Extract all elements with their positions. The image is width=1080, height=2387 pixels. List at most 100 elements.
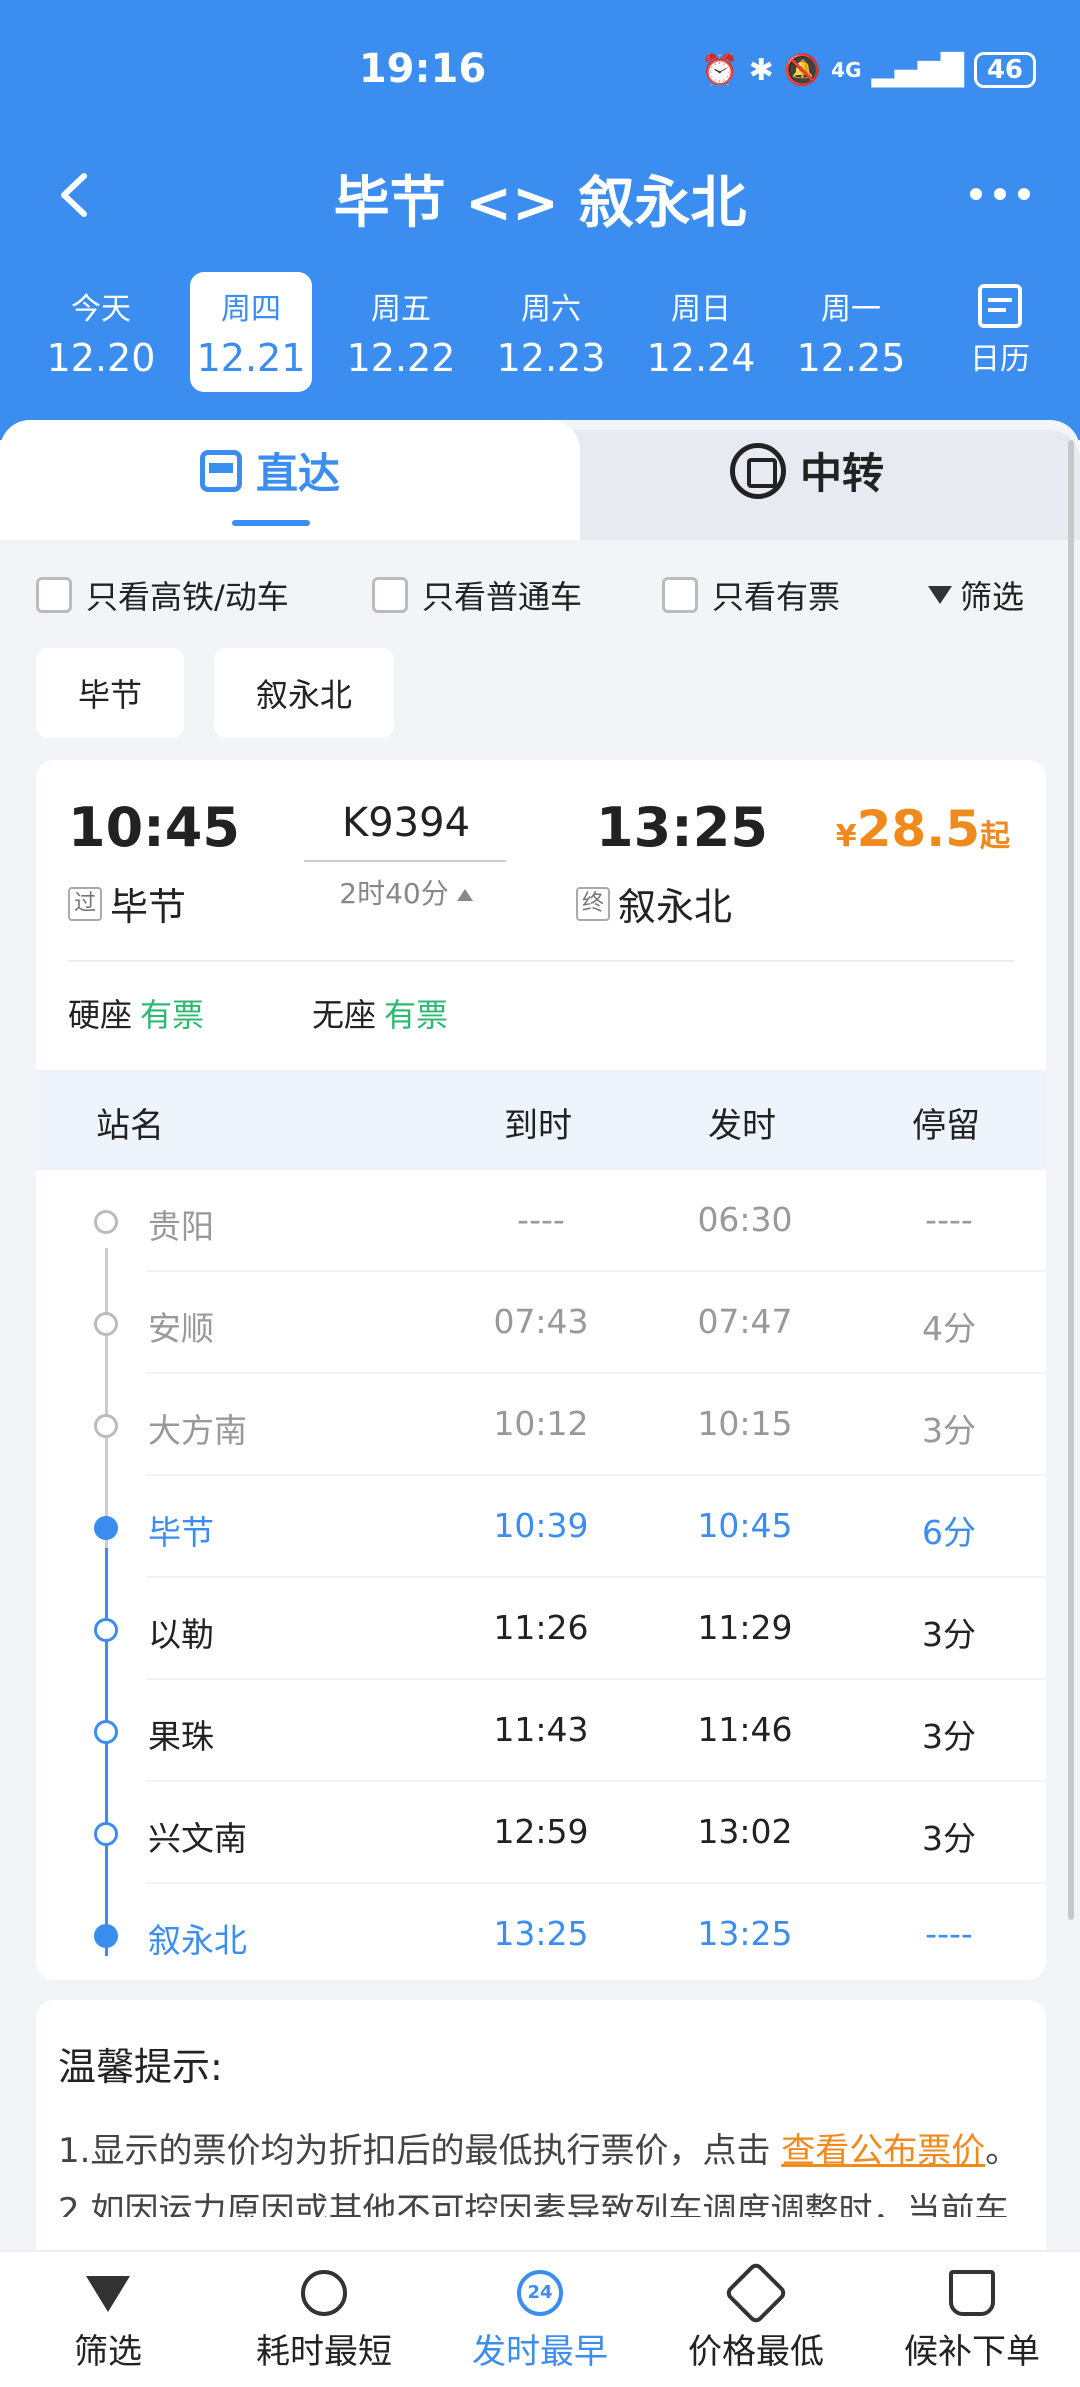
seat-hard: 硬座 有票: [68, 990, 204, 1036]
bottom-label: 候补下单: [904, 2332, 1040, 2372]
status-icons: ⏰ ✱ 🔕 4G ▂▄▆█ 46: [701, 52, 1036, 88]
sort-shortest-button[interactable]: 耗时最短: [234, 2270, 414, 2373]
divider: [68, 960, 1014, 962]
cell-depart: 11:29: [697, 1608, 793, 1647]
content: 直达 中转 只看高铁/动车 只看普通车 只看有票 筛选 毕节 叙永北 10:45: [0, 420, 1080, 2300]
filter-row: 只看高铁/动车 只看普通车 只看有票 筛选: [0, 560, 1080, 640]
normal-train-checkbox[interactable]: 只看普通车: [372, 572, 582, 618]
timer-icon: [301, 2270, 347, 2316]
bluetooth-icon: ✱: [748, 52, 774, 88]
sort-cheapest-button[interactable]: 价格最低: [666, 2260, 846, 2373]
cell-arrive: 13:25: [493, 1914, 589, 1953]
date-tab-today[interactable]: 今天 12.20: [40, 272, 162, 392]
train-number: K9394: [341, 800, 471, 846]
date-weekday: 周四: [221, 292, 281, 327]
sort-earliest-button[interactable]: 24 发时最早: [450, 2270, 630, 2373]
station-dot-icon: [94, 1618, 118, 1642]
checkbox-box: [372, 577, 408, 613]
cell-station: 贵阳: [148, 1207, 214, 1246]
schedule-row: 大方南 10:12 10:15 3分: [36, 1374, 1046, 1476]
seat-status: 有票: [384, 996, 449, 1034]
station-dot-icon: [94, 1312, 118, 1336]
station-chip-destination[interactable]: 叙永北: [214, 648, 395, 738]
tab-transfer[interactable]: 中转: [730, 440, 884, 501]
cell-stop: 3分: [922, 1411, 976, 1450]
date-tab[interactable]: 周五 12.22: [340, 272, 462, 392]
available-checkbox[interactable]: 只看有票: [662, 572, 840, 618]
schedule-row: 兴文南 12:59 13:02 3分: [36, 1782, 1046, 1884]
seat-status: 有票: [140, 996, 205, 1034]
price-suffix: 起: [980, 819, 1010, 854]
station-dot-icon: [94, 1720, 118, 1744]
cell-station: 兴文南: [148, 1819, 247, 1858]
date-tab[interactable]: 周六 12.23: [490, 272, 612, 392]
nav-bar: 毕节 <> 叙永北: [0, 140, 1080, 250]
bottom-label: 耗时最短: [256, 2332, 392, 2372]
train-line: [304, 860, 506, 862]
caret-up-icon: [456, 889, 473, 901]
date-tab-selected[interactable]: 周四 12.21: [190, 272, 312, 392]
calendar-icon: [978, 284, 1022, 328]
schedule-row: 贵阳 ---- 06:30 ----: [36, 1170, 1046, 1272]
bottom-label: 发时最早: [472, 2332, 608, 2372]
date-value: 12.21: [196, 336, 306, 380]
route-tabs: 直达 中转: [0, 420, 1080, 540]
high-speed-checkbox[interactable]: 只看高铁/动车: [36, 572, 289, 618]
date-value: 12.24: [646, 336, 756, 380]
price-value: 28.5: [856, 800, 980, 858]
date-tab[interactable]: 周日 12.24: [640, 272, 762, 392]
tab-direct-label: 直达: [256, 449, 341, 498]
cell-station: 毕节: [148, 1513, 214, 1552]
arrival-time: 13:25: [596, 796, 768, 859]
published-price-link[interactable]: 查看公布票价: [781, 2131, 985, 2171]
cell-stop: ----: [925, 1914, 973, 1953]
train-icon: [200, 449, 242, 492]
cell-depart: 06:30: [697, 1200, 793, 1239]
tips-line-2: 2.如因运力原因或其他不可控因素导致列车调度调整时，当前车: [58, 2191, 1009, 2217]
checkbox-label: 只看高铁/动车: [86, 578, 289, 616]
calendar-button[interactable]: 日历: [950, 284, 1050, 378]
sort-filter-button[interactable]: 筛选: [18, 2270, 198, 2373]
filter-button[interactable]: 筛选: [927, 572, 1024, 618]
mute-icon: 🔕: [783, 52, 822, 88]
checkbox-label: 只看普通车: [422, 578, 583, 616]
checkbox-box: [662, 577, 698, 613]
cart-icon: [949, 2270, 995, 2316]
bottom-bar: 筛选 耗时最短 24 发时最早 价格最低 候补下单: [0, 2250, 1080, 2387]
price-tag-icon: [723, 2260, 789, 2326]
station-dot-icon: [94, 1414, 118, 1438]
date-tab[interactable]: 周一 12.25: [790, 272, 912, 392]
tab-direct[interactable]: 直达: [200, 440, 340, 501]
schedule-row: 叙永北 13:25 13:25 ----: [36, 1884, 1046, 1980]
cell-depart: 10:45: [697, 1506, 793, 1545]
date-value: 12.25: [796, 336, 906, 380]
date-weekday: 周一: [821, 292, 881, 327]
cell-station: 安顺: [148, 1309, 214, 1348]
cell-depart: 07:47: [697, 1302, 793, 1341]
cell-stop: 6分: [922, 1513, 976, 1552]
price: ¥28.5起: [836, 800, 1010, 858]
price-symbol: ¥: [835, 819, 857, 854]
cell-arrive: 10:12: [493, 1404, 589, 1443]
tips-line-1: 1.显示的票价均为折扣后的最低执行票价，点击 查看公布票价。: [58, 2121, 1024, 2181]
header-station: 站名: [96, 1106, 164, 1146]
station-chip-origin[interactable]: 毕节: [36, 648, 185, 738]
waitlist-button[interactable]: 候补下单: [882, 2270, 1062, 2373]
train-card[interactable]: 10:45 K9394 2时40分 13:25 过 毕节 终 叙永北 ¥28.5…: [36, 760, 1046, 1980]
cell-station: 果珠: [148, 1717, 214, 1756]
more-icon[interactable]: [970, 188, 1030, 204]
schedule-row: 安顺 07:43 07:47 4分: [36, 1272, 1046, 1374]
station-chips: 毕节 叙永北: [36, 648, 395, 738]
filter-icon: [927, 586, 952, 604]
cell-arrive: ----: [517, 1200, 565, 1239]
station-dot-icon: [94, 1516, 118, 1540]
departure-station-name: 毕节: [110, 885, 187, 929]
tab-indicator: [232, 520, 310, 526]
scrollbar[interactable]: [1068, 440, 1074, 1920]
header-arrive: 到时: [504, 1106, 572, 1146]
cell-station: 大方南: [148, 1411, 247, 1450]
duration[interactable]: 2时40分: [306, 872, 506, 912]
header-depart: 发时: [708, 1106, 776, 1146]
schedule-row: 以勒 11:26 11:29 3分: [36, 1578, 1046, 1680]
bottom-label: 筛选: [74, 2332, 142, 2372]
